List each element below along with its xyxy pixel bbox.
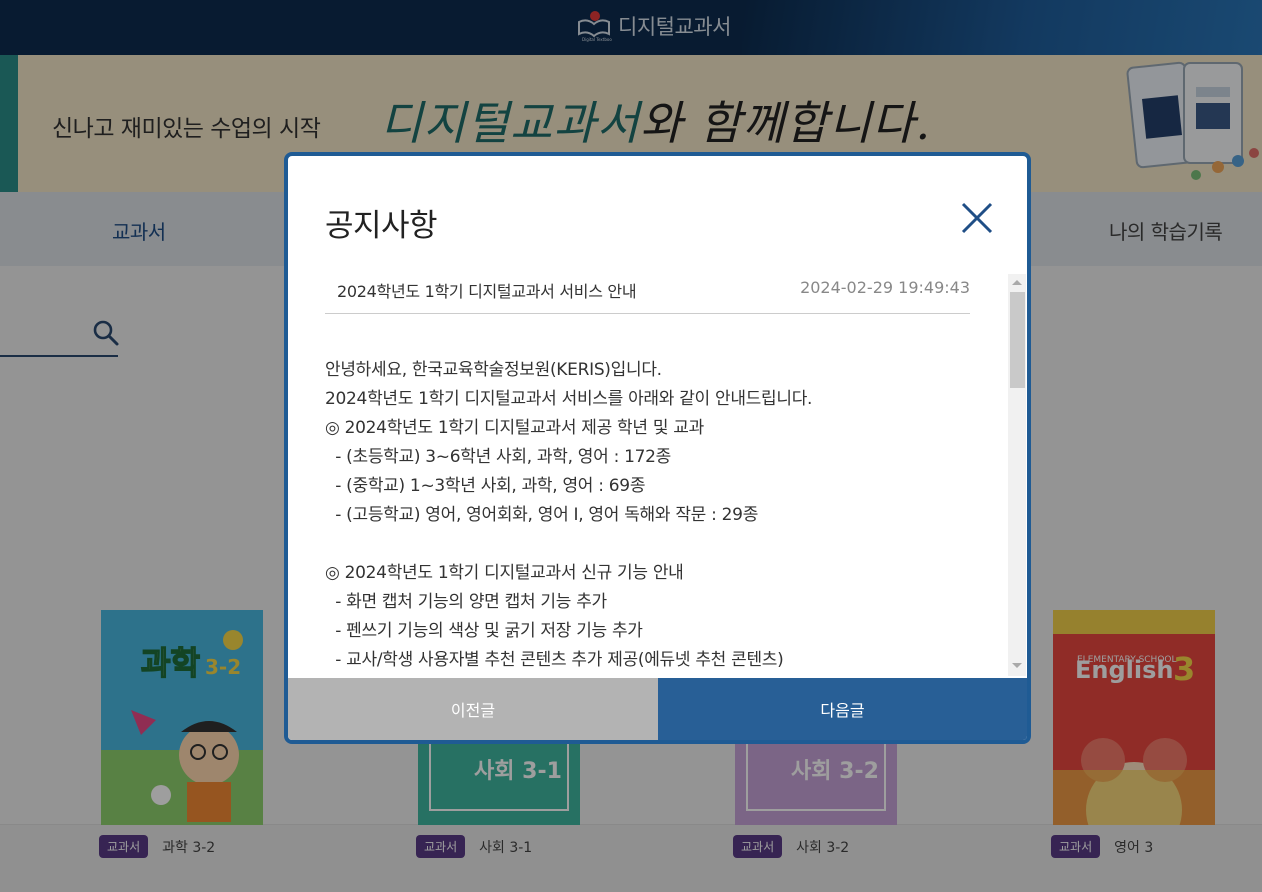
notice-scrollbar[interactable] [1008,274,1026,676]
scroll-down-arrow-icon[interactable] [1012,663,1022,668]
previous-post-button[interactable]: 이전글 [288,678,658,740]
notice-body: 안녕하세요, 한국교육학술정보원(KERIS)입니다. 2024학년도 1학기 … [325,360,813,670]
notice-header: 2024학년도 1학기 디지털교과서 서비스 안내 2024-02-29 19:… [325,266,970,314]
scroll-thumb[interactable] [1010,292,1025,388]
scroll-up-arrow-icon[interactable] [1012,280,1022,285]
notice-title: 2024학년도 1학기 디지털교과서 서비스 안내 [337,282,637,301]
notice-date: 2024-02-29 19:49:43 [800,278,970,297]
next-post-button[interactable]: 다음글 [658,678,1027,740]
modal-footer: 이전글 다음글 [288,678,1027,740]
close-icon[interactable] [957,198,997,238]
modal-title: 공지사항 [325,208,438,244]
notice-modal: 공지사항 2024학년도 1학기 디지털교과서 서비스 안내 2024-02-2… [284,152,1031,744]
